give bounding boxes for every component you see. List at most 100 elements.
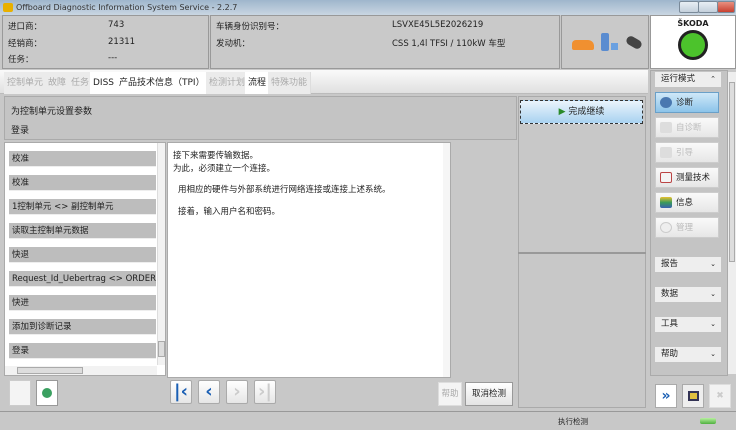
expand-button[interactable]: » bbox=[655, 384, 677, 408]
sidebar-item-guided[interactable]: 引导 bbox=[655, 142, 719, 163]
next-step-button[interactable]: › bbox=[226, 380, 248, 404]
app-logo-icon bbox=[3, 3, 13, 12]
group-label: 帮助 bbox=[661, 349, 679, 359]
tab-procedure[interactable]: 流程 bbox=[245, 72, 271, 94]
books-icon bbox=[660, 197, 672, 208]
list-item[interactable]: Request_Id_Uebertrag <> ORDER_R bbox=[9, 271, 156, 287]
engine-label: 发动机： bbox=[216, 39, 251, 49]
tab-special-functions[interactable]: 特殊功能 bbox=[268, 72, 312, 94]
group-data[interactable]: 数据 ⌄ bbox=[655, 287, 721, 302]
group-reports[interactable]: 报告 ⌄ bbox=[655, 257, 721, 272]
sidebar-scrollbar[interactable] bbox=[728, 72, 736, 374]
play-icon: ▶ bbox=[558, 107, 569, 117]
group-label: 工具 bbox=[661, 319, 679, 329]
list-horizontal-scrollbar[interactable] bbox=[5, 366, 157, 375]
tab-control-units[interactable]: 控制单元 bbox=[4, 72, 48, 94]
message-scrollbar[interactable] bbox=[443, 143, 450, 377]
message-panel: 接下来需要传输数据。 为此，必须建立一个连接。 用相应的硬件与外部系统进行网络连… bbox=[167, 142, 451, 378]
sidebar-item-label: 管理 bbox=[676, 223, 694, 233]
sidebar-item-label: 测量技术 bbox=[676, 173, 711, 183]
chevron-down-icon: ⌄ bbox=[710, 320, 716, 328]
group-tools[interactable]: 工具 ⌄ bbox=[655, 317, 721, 332]
mode-group-title: 运行模式 bbox=[661, 74, 696, 84]
task-value: --- bbox=[108, 53, 118, 63]
engine-value: CSS 1,4l TFSI / 110kW 车型 bbox=[392, 39, 506, 49]
list-item[interactable]: 校准 bbox=[9, 175, 156, 191]
cancel-test-button[interactable]: 取消检测 bbox=[465, 382, 513, 406]
message-line-3: 用相应的硬件与外部系统进行网络连接或连接上述系统。 bbox=[178, 185, 391, 195]
previous-step-button[interactable]: ‹ bbox=[198, 380, 220, 404]
procedure-header: 为控制单元设置参数 登录 bbox=[4, 96, 517, 140]
screenshot-button[interactable] bbox=[682, 384, 704, 408]
group-label: 报告 bbox=[661, 259, 679, 269]
chevron-down-icon: ⌄ bbox=[710, 260, 716, 268]
help-button[interactable]: 帮助 bbox=[438, 382, 462, 406]
tab-diss[interactable]: DISS bbox=[90, 72, 119, 94]
sidebar-item-measurement[interactable]: 测量技术 bbox=[655, 167, 719, 188]
list-item[interactable]: 校准 bbox=[9, 151, 156, 167]
status-bar: 执行检测 bbox=[0, 411, 736, 430]
tab-test-plan[interactable]: 检测计划 bbox=[206, 72, 250, 94]
status-text: 执行检测 bbox=[558, 417, 588, 426]
last-step-button[interactable]: ›| bbox=[254, 380, 276, 404]
admin-icon bbox=[660, 222, 672, 233]
scrollbar-thumb[interactable] bbox=[17, 367, 83, 374]
sidebar-item-label: 诊断 bbox=[676, 98, 694, 108]
gear-icon bbox=[660, 97, 672, 108]
complete-continue-label: 完成继续 bbox=[568, 107, 605, 117]
sidebar-item-label: 引导 bbox=[676, 148, 694, 158]
list-vertical-scrollbar[interactable] bbox=[157, 143, 165, 365]
list-item[interactable]: 添加到诊断记录 bbox=[9, 319, 156, 335]
tab-tpi[interactable]: 产品技术信息（TPI） bbox=[116, 72, 209, 94]
tab-faults[interactable]: 故障 bbox=[45, 72, 71, 94]
message-line-4: 接着，输入用户名和密码。 bbox=[178, 207, 281, 217]
importer-value: 743 bbox=[108, 20, 125, 30]
sidebar-item-info[interactable]: 信息 bbox=[655, 192, 719, 213]
minimize-button[interactable] bbox=[679, 1, 699, 13]
skoda-logo-icon bbox=[678, 30, 708, 60]
list-item[interactable]: 快进 bbox=[9, 295, 156, 311]
procedure-title: 为控制单元设置参数 bbox=[11, 107, 93, 117]
divider bbox=[518, 252, 646, 254]
sidebar-item-diagnosis[interactable]: 诊断 bbox=[655, 92, 719, 113]
window-title: Offboard Diagnostic Information System S… bbox=[16, 3, 238, 12]
list-item[interactable]: 登录 bbox=[9, 343, 156, 359]
group-help[interactable]: 帮助 ⌄ bbox=[655, 347, 721, 362]
list-item[interactable]: 读取主控制单元数据 bbox=[9, 223, 156, 239]
group-label: 数据 bbox=[661, 289, 679, 299]
complete-continue-button[interactable]: ▶ 完成继续 bbox=[520, 100, 643, 124]
dealer-value: 21311 bbox=[108, 37, 136, 47]
sidebar-item-admin[interactable]: 管理 bbox=[655, 217, 719, 238]
maximize-button[interactable] bbox=[698, 1, 718, 13]
self-diagnosis-icon bbox=[660, 122, 672, 133]
dealer-label: 经销商： bbox=[8, 39, 43, 49]
chevron-down-icon: ⌄ bbox=[710, 350, 716, 358]
search-document-button[interactable] bbox=[9, 380, 31, 406]
brand-panel: ŠKODA bbox=[650, 15, 736, 69]
add-document-button[interactable] bbox=[36, 380, 58, 406]
chevron-up-icon: ⌃ bbox=[710, 75, 716, 83]
first-step-button[interactable]: |‹ bbox=[170, 380, 192, 404]
vin-label: 车辆身份识别号： bbox=[216, 22, 285, 32]
screenshot-icon bbox=[688, 391, 699, 401]
scrollbar-thumb[interactable] bbox=[729, 82, 735, 262]
vehicle-icon[interactable] bbox=[572, 40, 594, 50]
network-icon[interactable] bbox=[601, 33, 609, 51]
chevron-down-icon: ⌄ bbox=[710, 290, 716, 298]
meter-icon bbox=[660, 172, 672, 183]
network-icon-screen bbox=[611, 43, 618, 50]
list-item[interactable]: 1控制单元 <> 副控制单元 bbox=[9, 199, 156, 215]
sidebar-item-label: 信息 bbox=[676, 198, 694, 208]
importer-label: 进口商： bbox=[8, 22, 43, 32]
close-button[interactable] bbox=[717, 1, 735, 13]
guided-icon bbox=[660, 147, 672, 158]
sidebar-item-self-diagnosis[interactable]: 自诊断 bbox=[655, 117, 719, 138]
task-label: 任务： bbox=[8, 55, 34, 65]
exit-button[interactable]: ✖ bbox=[709, 384, 731, 408]
list-item[interactable]: 快退 bbox=[9, 247, 156, 263]
message-line-2: 为此，必须建立一个连接。 bbox=[173, 164, 276, 174]
mode-group-header[interactable]: 运行模式 ⌃ bbox=[655, 72, 721, 87]
vin-value: LSVXE45L5E2026219 bbox=[392, 20, 484, 30]
connection-indicator-icon bbox=[700, 418, 716, 424]
scrollbar-thumb[interactable] bbox=[158, 341, 165, 357]
